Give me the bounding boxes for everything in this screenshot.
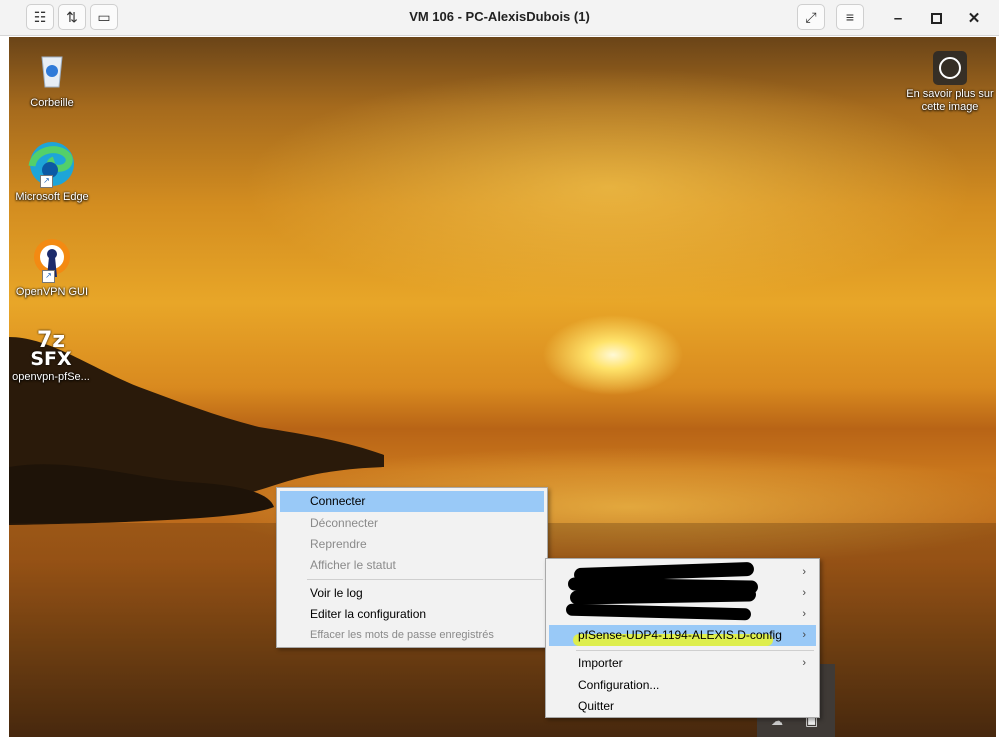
recycle-bin-label: Corbeille: [30, 97, 74, 109]
expand-icon: ⤢: [805, 8, 817, 25]
close-button[interactable]: ✕: [960, 5, 988, 31]
import-label: Importer: [578, 656, 623, 670]
show-status-label: Afficher le statut: [310, 558, 396, 572]
openvpn-gui-shortcut[interactable]: ↗ OpenVPN GUI: [9, 237, 95, 299]
device-redirect-icon: ⇅: [66, 8, 78, 25]
connect-label: Connecter: [310, 494, 366, 508]
view-log-label: Voir le log: [310, 586, 363, 600]
openvpn-gui-label: OpenVPN GUI: [15, 286, 89, 298]
import-menu-item[interactable]: Importer ›: [549, 653, 816, 674]
sfx-installer-label: openvpn-pfSe...: [12, 371, 90, 383]
microsoft-edge-label: Microsoft Edge: [15, 191, 89, 203]
openvpn-tray-menu: › › › pfSense-UDP4-1194-ALEXIS.D-config …: [545, 558, 820, 718]
configuration-label: Configuration...: [578, 678, 660, 692]
display-layout-button[interactable]: ☷: [26, 4, 54, 30]
disconnect-menu-item[interactable]: Déconnecter: [280, 513, 544, 534]
microsoft-edge-shortcut[interactable]: ↗ Microsoft Edge: [9, 140, 95, 204]
quit-menu-item[interactable]: Quitter: [549, 696, 816, 717]
show-status-menu-item[interactable]: Afficher le statut: [280, 555, 544, 576]
shortcut-arrow-icon: ↗: [40, 175, 53, 188]
trash-icon: [41, 56, 63, 88]
about-image-label: En savoir plus sur cette image: [906, 88, 994, 113]
quit-label: Quitter: [578, 699, 615, 713]
submenu-arrow-icon: ›: [802, 629, 806, 641]
camera-info-icon: [933, 51, 967, 85]
clear-passwords-menu-item[interactable]: Effacer les mots de passe enregistrés: [280, 625, 544, 646]
submenu-arrow-icon: ›: [802, 566, 806, 578]
clear-passwords-label: Effacer les mots de passe enregistrés: [310, 629, 494, 641]
hamburger-icon: ≡: [845, 9, 855, 25]
about-image-button[interactable]: En savoir plus sur cette image: [905, 51, 995, 114]
menu-separator: [307, 579, 543, 580]
grid-layout-icon: ☷: [33, 8, 47, 25]
recycle-bin-icon[interactable]: Corbeille: [9, 49, 95, 110]
edit-config-menu-item[interactable]: Editer la configuration: [280, 604, 544, 625]
resume-menu-item[interactable]: Reprendre: [280, 534, 544, 555]
profile-pfsense-menu-item[interactable]: pfSense-UDP4-1194-ALEXIS.D-config ›: [549, 625, 816, 646]
monitor-icon: ▭: [97, 8, 111, 25]
display-button[interactable]: ▭: [90, 4, 118, 30]
disconnect-label: Déconnecter: [310, 516, 379, 530]
sfx-badge-text: SFX: [30, 348, 72, 370]
usb-devices-button[interactable]: ⇅: [58, 4, 86, 30]
resume-label: Reprendre: [310, 537, 367, 551]
maximize-icon: [930, 12, 942, 24]
shortcut-arrow-icon: ↗: [42, 270, 55, 283]
menu-button[interactable]: ≡: [836, 4, 864, 30]
configuration-menu-item[interactable]: Configuration...: [549, 675, 816, 696]
submenu-arrow-icon: ›: [802, 657, 806, 669]
maximize-button[interactable]: [922, 5, 950, 31]
view-log-menu-item[interactable]: Voir le log: [280, 583, 544, 604]
openvpn-connection-submenu: Connecter Déconnecter Reprendre Afficher…: [276, 487, 548, 648]
menu-separator: [576, 650, 814, 651]
edit-config-label: Editer la configuration: [310, 607, 427, 621]
close-icon: ✕: [967, 10, 981, 27]
7z-sfx-icon: 7z SFX: [26, 330, 76, 370]
minimize-icon: –: [893, 9, 903, 27]
minimize-button[interactable]: –: [884, 5, 912, 31]
viewer-title-bar: ☷ ⇅ ▭ VM 106 - PC-AlexisDubois (1) ⤢ ≡ –…: [0, 0, 999, 36]
fullscreen-button[interactable]: ⤢: [797, 4, 825, 30]
submenu-arrow-icon: ›: [802, 608, 806, 620]
profile-pfsense-label: pfSense-UDP4-1194-ALEXIS.D-config: [578, 628, 782, 642]
sfx-installer-file[interactable]: 7z SFX openvpn-pfSe...: [9, 330, 94, 384]
connect-menu-item[interactable]: Connecter: [280, 491, 544, 512]
submenu-arrow-icon: ›: [802, 587, 806, 599]
